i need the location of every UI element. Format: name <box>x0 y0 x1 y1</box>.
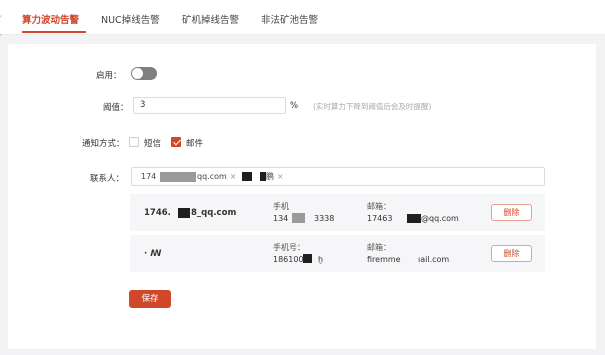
email-value-tail: @qq.com <box>421 214 459 223</box>
redaction-block <box>292 213 305 223</box>
phone-value: 186100. <box>273 255 307 264</box>
active-tab-indicator <box>22 31 86 33</box>
email-checkbox[interactable] <box>171 137 181 147</box>
delete-contact-button[interactable]: 删除 <box>491 245 532 262</box>
threshold-label: 阈值： <box>103 103 129 113</box>
phone-value-tail: 3338 <box>314 214 335 223</box>
sms-checkbox[interactable] <box>129 137 139 147</box>
email-checkbox-label: 邮件 <box>186 139 204 149</box>
toggle-knob <box>132 68 143 79</box>
delete-contact-button[interactable]: 删除 <box>491 204 532 221</box>
notify-method-label: 通知方式： <box>82 139 125 149</box>
redaction-block <box>178 208 190 218</box>
sms-checkbox-label: 短信 <box>144 139 162 149</box>
contact-name: · ꟿ <box>144 249 162 259</box>
contacts-input[interactable]: 174 qq.com × 鹏 × <box>131 167 545 186</box>
contact-tag-suffix: qq.com × <box>197 171 237 183</box>
contact-name: 1746. <box>144 208 171 218</box>
remove-tag-icon[interactable]: × <box>277 172 284 181</box>
redaction-block <box>303 254 312 263</box>
email-value: firemme <box>367 255 401 264</box>
contact-tag: 鹏 × <box>266 171 284 183</box>
contact-tag-text: 174 <box>141 172 157 181</box>
email-label: 邮箱： <box>367 243 391 252</box>
redaction-block <box>407 214 421 223</box>
save-button[interactable]: 保存 <box>129 290 171 308</box>
tab-hashrate-fluctuation-alert[interactable]: 算力波动告警 <box>22 12 79 26</box>
enable-toggle[interactable] <box>131 67 157 80</box>
tab-illegal-pool-alert[interactable]: 非法矿池告警 <box>261 12 318 26</box>
threshold-hint: (实时算力下降到阈值后会及时提醒) <box>313 102 432 111</box>
tab-nuc-offline-alert[interactable]: NUC掉线告警 <box>101 12 160 26</box>
phone-value: 134 <box>273 214 289 223</box>
phone-label: 手机 <box>273 202 289 211</box>
contacts-table: 1746. 8_qq.com 手机 134 3338 邮箱： 17463 @qq… <box>130 194 545 272</box>
email-label: 邮箱： <box>367 202 391 211</box>
threshold-unit: % <box>290 101 299 111</box>
tab-miner-offline-alert[interactable]: 矿机掉线告警 <box>182 12 239 26</box>
contacts-label: 联系人： <box>90 174 125 184</box>
tab-bar: 算力波动告警 NUC掉线告警 矿机掉线告警 非法矿池告警 <box>0 0 605 37</box>
contact-tag-text: 鹏 <box>266 172 274 181</box>
contact-tag-suffix-text: qq.com <box>197 172 227 181</box>
contact-tag: 174 <box>141 171 156 183</box>
redaction-block <box>242 172 252 181</box>
email-value: 17463 <box>367 214 393 223</box>
table-row: · ꟿ 手机号： 186100. ḫ 邮箱： firemme ıail.com … <box>130 235 545 272</box>
enable-label: 启用： <box>96 71 122 81</box>
phone-label: 手机号： <box>273 243 305 252</box>
redaction-block <box>160 172 196 182</box>
threshold-input[interactable]: 3 <box>133 97 286 114</box>
phone-value-tail: ḫ <box>318 255 324 264</box>
table-row: 1746. 8_qq.com 手机 134 3338 邮箱： 17463 @qq… <box>130 194 545 231</box>
chevron-left-icon[interactable] <box>0 14 13 37</box>
email-value-tail: ıail.com <box>418 255 450 264</box>
contact-name-suffix: 8_qq.com <box>191 208 237 218</box>
remove-tag-icon[interactable]: × <box>230 172 237 181</box>
